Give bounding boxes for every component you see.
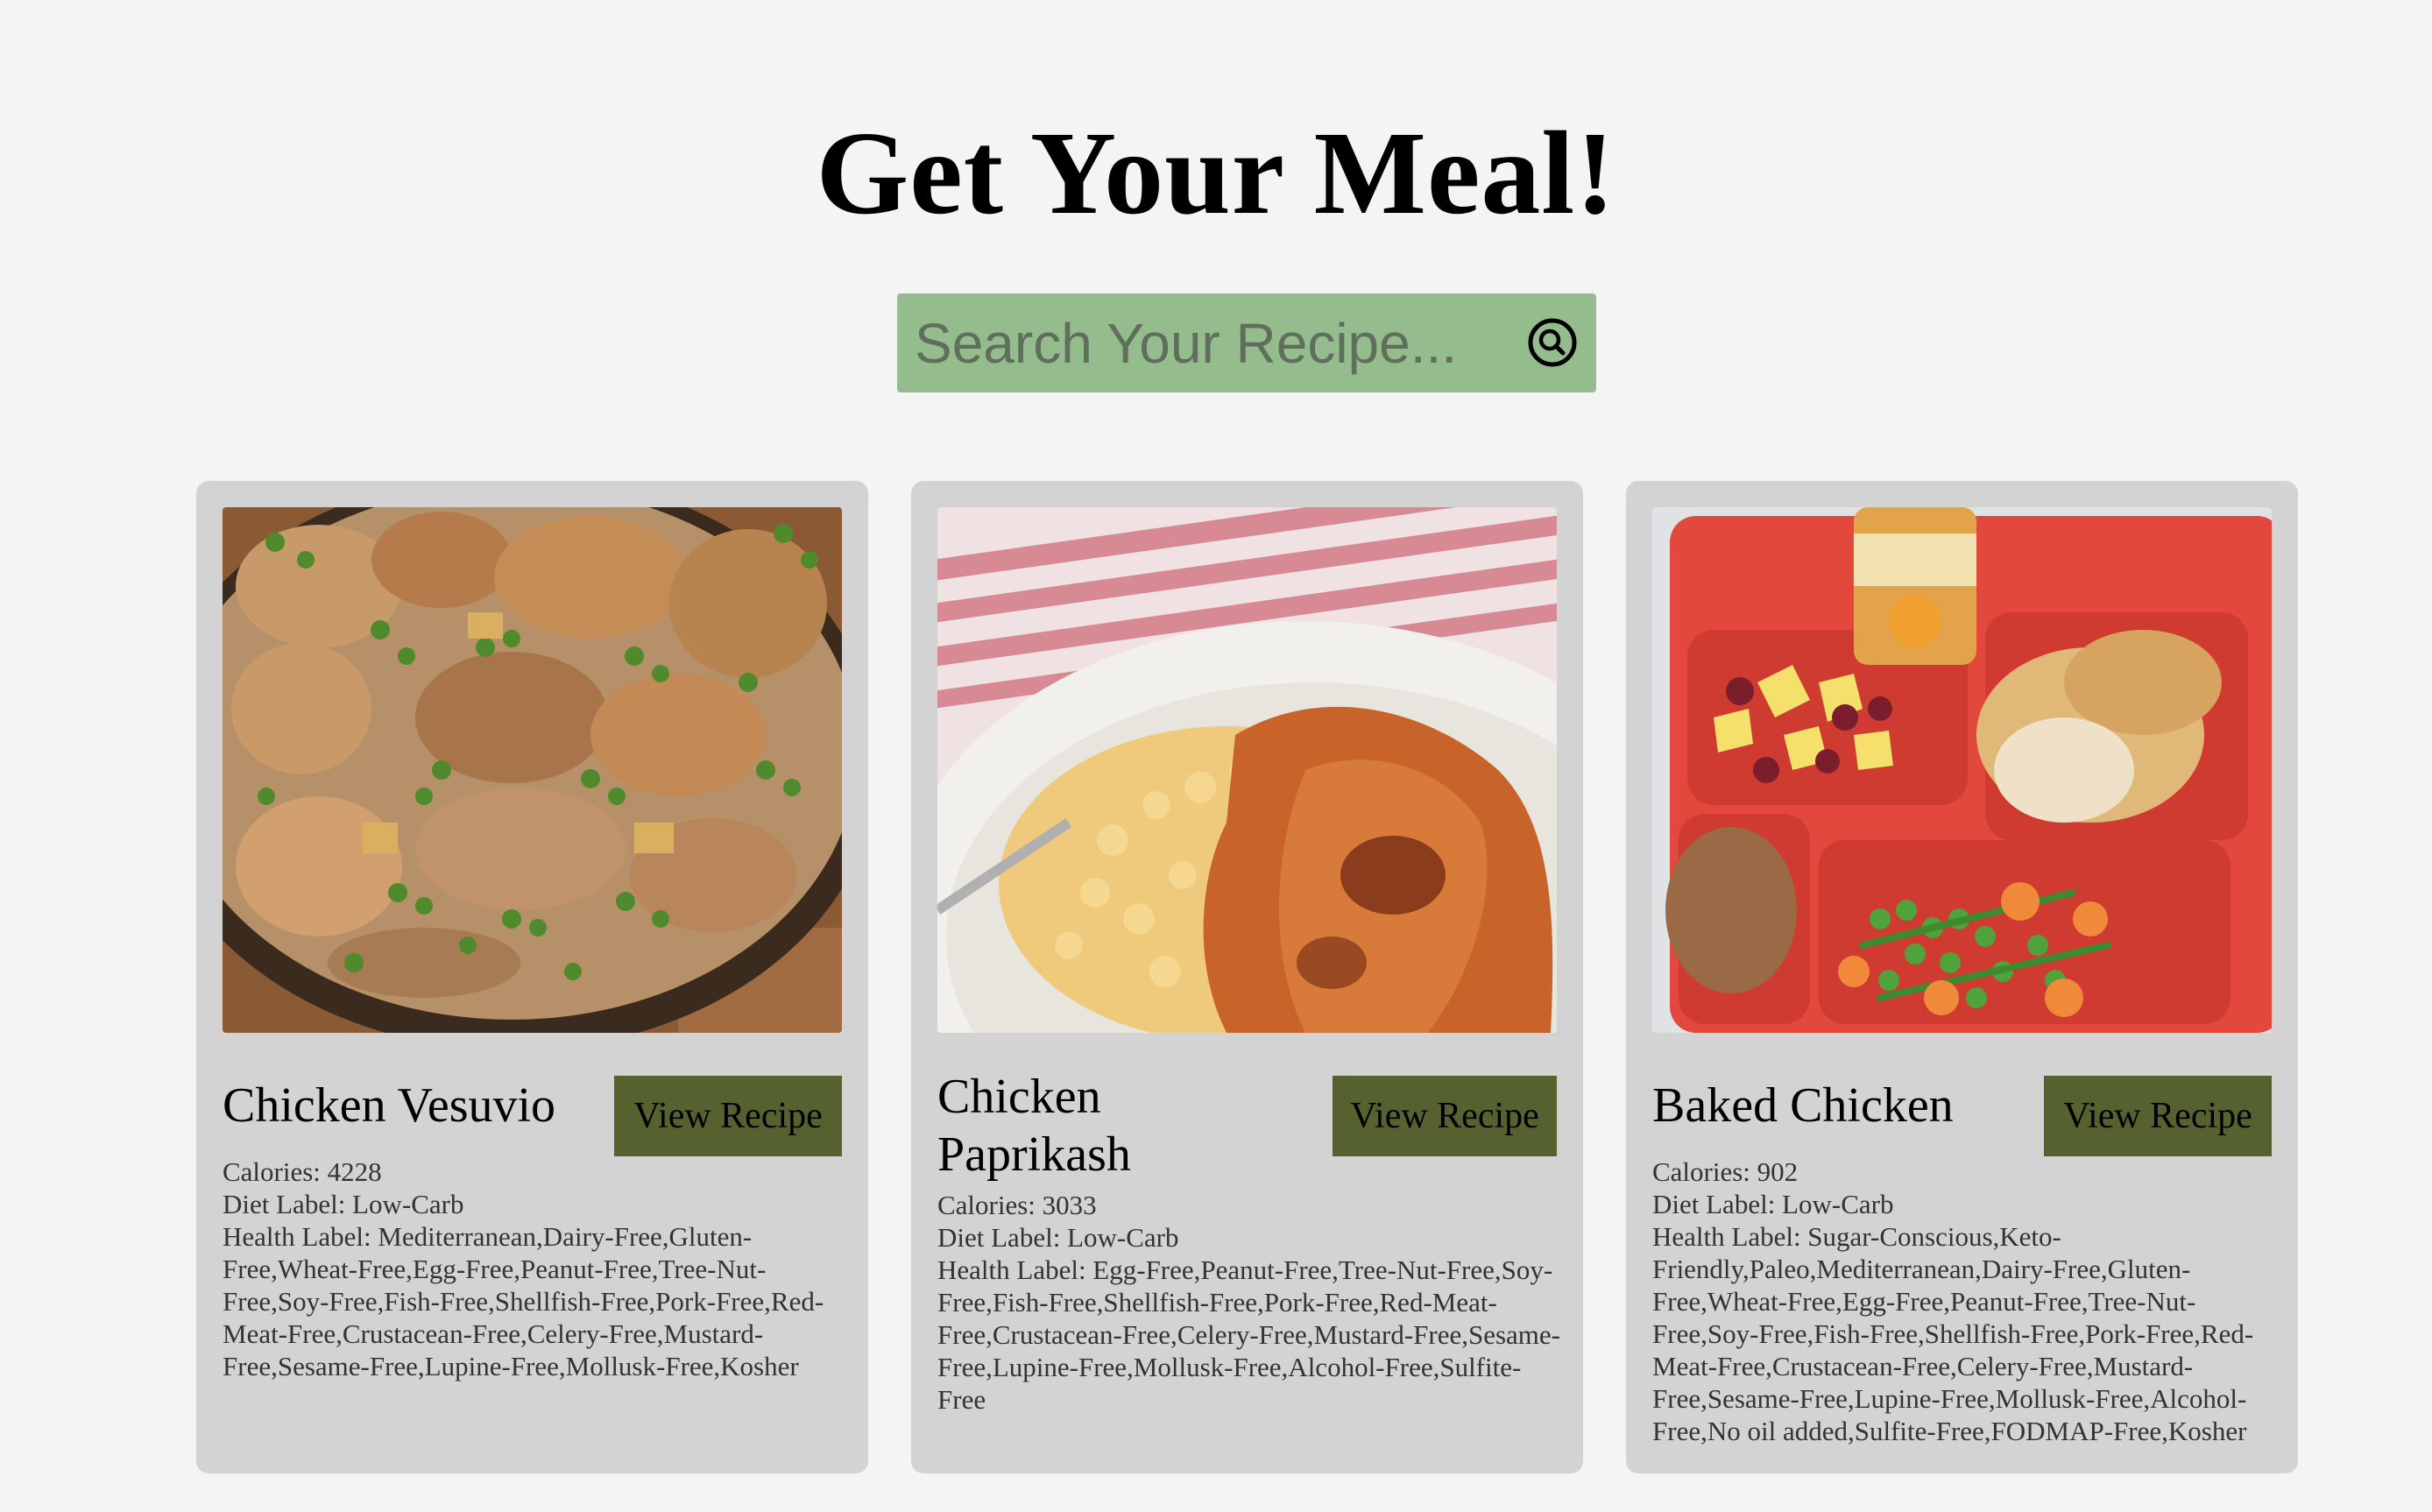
health-label-text: Health Label: Egg-Free,Peanut-Free,Tree-… <box>937 1254 1560 1415</box>
search-icon <box>1528 318 1577 367</box>
diet-label-text: Diet Label: Low-Carb <box>937 1222 1179 1253</box>
search-button[interactable] <box>1524 314 1580 371</box>
view-recipe-button[interactable]: View Recipe <box>1333 1076 1557 1156</box>
recipe-title: Chicken Vesuvio <box>223 1078 556 1133</box>
diet-label-text: Diet Label: Low-Carb <box>1652 1189 1894 1219</box>
calories-text: Calories: 3033 <box>937 1190 1097 1220</box>
health-label-text: Health Label: Mediterranean,Dairy-Free,G… <box>223 1221 824 1381</box>
view-recipe-button[interactable]: View Recipe <box>614 1076 842 1156</box>
recipe-info: Calories: 3033 Diet Label: Low-Carb Heal… <box>937 1189 1563 1416</box>
recipe-info: Calories: 4228 Diet Label: Low-Carb Heal… <box>223 1155 848 1382</box>
recipe-title: Baked Chicken <box>1652 1078 1954 1133</box>
calories-text: Calories: 4228 <box>223 1156 382 1187</box>
recipe-card: Chicken Paprikash View Recipe Calories: … <box>911 481 1583 1473</box>
recipe-image-baked-chicken <box>1652 507 2272 1033</box>
recipe-image-chicken-vesuvio <box>223 507 842 1033</box>
page-title: Get Your Meal! <box>816 108 1616 239</box>
diet-label-text: Diet Label: Low-Carb <box>223 1189 464 1219</box>
recipe-image-chicken-paprikash <box>937 507 1557 1033</box>
view-recipe-button[interactable]: View Recipe <box>2044 1076 2272 1156</box>
recipe-title: Chicken Paprikash <box>937 1070 1131 1182</box>
health-label-text: Health Label: Sugar-Conscious,Keto-Frien… <box>1652 1221 2254 1446</box>
search-input[interactable] <box>915 293 1493 392</box>
recipe-card: Chicken Vesuvio View Recipe Calories: 42… <box>196 481 868 1473</box>
recipe-info: Calories: 902 Diet Label: Low-Carb Healt… <box>1652 1155 2278 1447</box>
recipe-card: Baked Chicken View Recipe Calories: 902 … <box>1626 481 2298 1473</box>
search-bar <box>897 293 1596 392</box>
calories-text: Calories: 902 <box>1652 1156 1799 1187</box>
